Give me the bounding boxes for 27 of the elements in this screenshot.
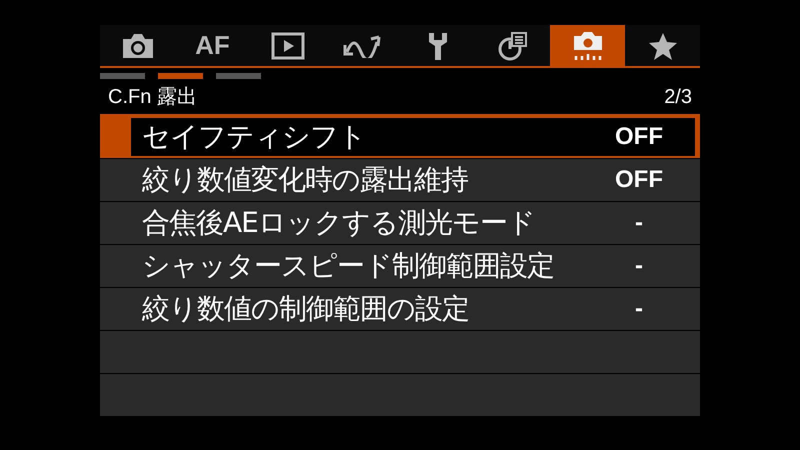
menu-item-value: - xyxy=(634,251,644,281)
menu-tab[interactable] xyxy=(625,25,700,66)
menu-item-label: 合焦後AEロックする測光モード xyxy=(142,205,535,241)
af-tab-label: AF xyxy=(195,29,230,62)
wave-arrow-icon xyxy=(342,34,382,58)
menu-tab[interactable] xyxy=(100,25,175,66)
page-number: 2/3 xyxy=(664,84,692,110)
menu-row[interactable]: 合焦後AEロックする測光モード - xyxy=(100,202,700,245)
menu-item-label: 絞り数値変化時の露出維持 xyxy=(142,162,468,198)
chart-icon xyxy=(496,30,528,60)
menu-item-label: シャッタースピード制御範囲設定 xyxy=(142,248,554,284)
menu-item-value: OFF xyxy=(614,122,664,152)
menu-item-value: - xyxy=(634,294,644,324)
menu-row[interactable]: シャッタースピード制御範囲設定 - xyxy=(100,245,700,288)
menu-item-label: 絞り数値の制御範囲の設定 xyxy=(142,291,469,327)
menu-item-value: - xyxy=(634,208,644,238)
section-title: C.Fn 露出 xyxy=(108,84,197,110)
star-icon xyxy=(648,32,678,60)
menu-item-label: セイフティシフト xyxy=(142,119,366,155)
menu-row[interactable]: 絞り数値の制御範囲の設定 - xyxy=(100,288,700,331)
menu-tab[interactable] xyxy=(550,25,625,66)
menu-tab[interactable] xyxy=(475,25,550,66)
menu-row[interactable]: 絞り数値変化時の露出維持 OFF xyxy=(100,159,700,202)
menu-item-value: OFF xyxy=(614,165,664,195)
menu-tab[interactable]: AF xyxy=(175,25,250,66)
menu-row[interactable]: セイフティシフト OFF xyxy=(100,116,700,159)
play-icon xyxy=(270,32,304,60)
